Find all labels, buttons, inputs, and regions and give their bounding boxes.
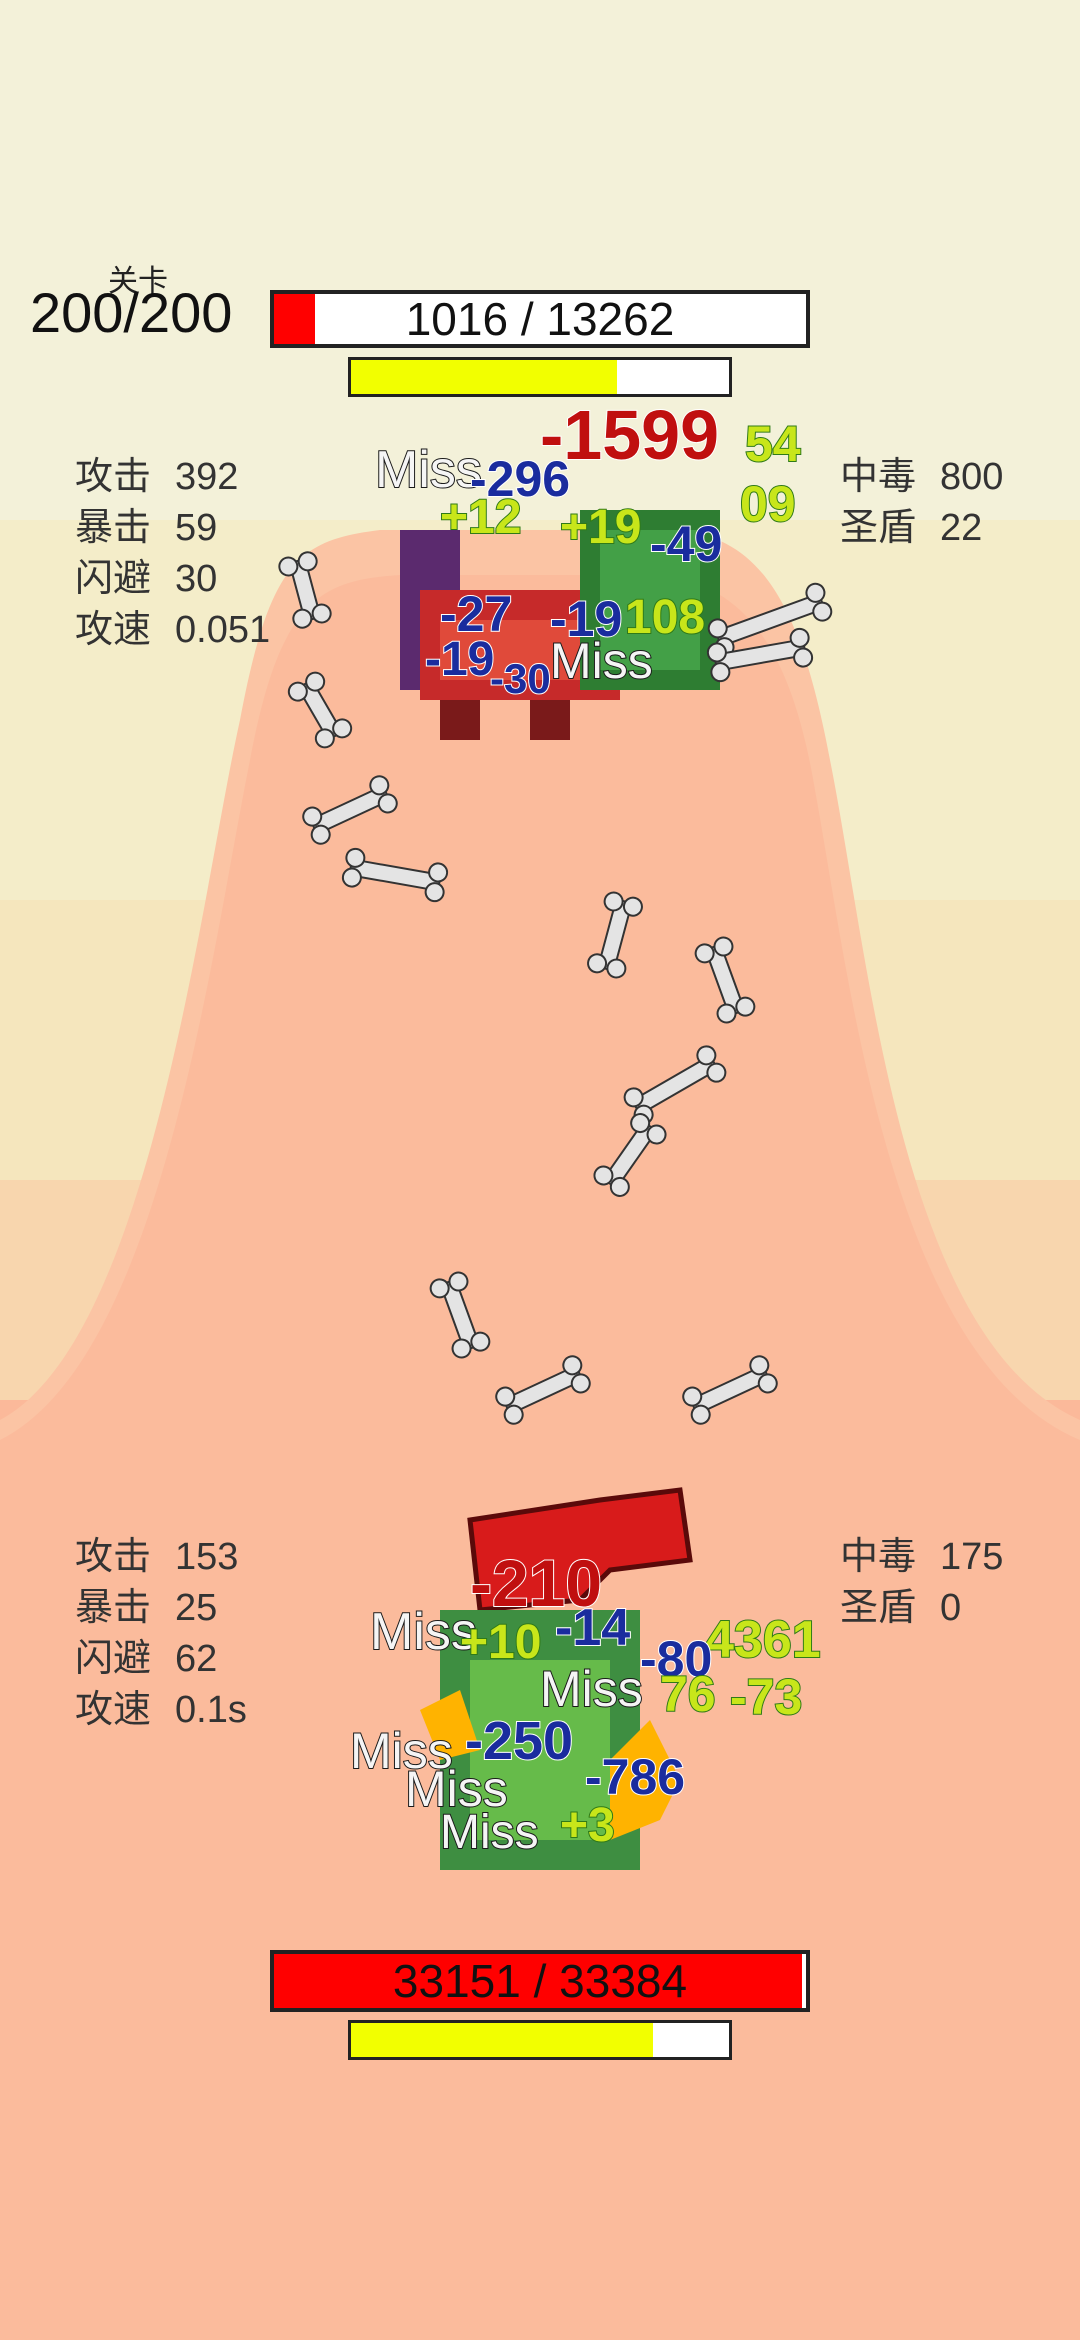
player-energy-fill [351,2023,654,2057]
bone-projectile [495,1355,591,1425]
stat-value: 0.1s [175,1689,247,1731]
stat-key: 攻击 [75,456,152,498]
stat-value: 30 [175,558,218,600]
enemy-hp-bar: 1016 / 13262 [270,290,810,348]
effect-value: 800 [940,456,1004,498]
enemy-stat-attack: 攻击 392 [75,452,270,503]
effect-value: 0 [940,1587,962,1629]
heal-number: +3 [559,1798,616,1853]
enemy-stat-crit: 暴击 59 [75,503,270,554]
damage-number: -49 [649,515,723,573]
stat-key: 闪避 [75,1638,152,1680]
bone-projectile [341,847,449,903]
player-hp-text: 33151 / 33384 [392,1955,688,2007]
player-energy-bar [348,2020,732,2060]
enemy-stats-panel: 攻击 392 暴击 59 闪避 30 攻速 0.051 [75,452,270,656]
player-effect-holy-shield: 圣盾 0 [840,1583,1003,1634]
enemy-hp-text: 1016 / 13262 [405,293,675,345]
stat-key: 攻速 [75,1689,152,1731]
miss-indicator: Miss [549,632,654,690]
stat-key: 闪避 [75,558,152,600]
heal-number: +10 [459,1615,542,1670]
enemy-effect-poison: 中毒 800 [840,452,1003,503]
effect-key: 中毒 [840,1536,917,1578]
heal-number: 76 [659,1665,717,1723]
effect-key: 圣盾 [840,507,917,549]
stat-key: 暴击 [75,1587,152,1629]
stage-counter: 200/200 [30,281,233,344]
enemy-energy-fill [351,360,618,394]
player-effects-panel: 中毒 175 圣盾 0 [840,1532,1003,1634]
stat-value: 0.051 [175,609,271,651]
stat-value: 392 [175,456,239,498]
bone-projectile [593,1113,667,1197]
heal-number: 54 [744,415,802,473]
damage-number: -30 [489,654,552,703]
bone-projectile [287,671,353,749]
stat-value: 153 [175,1536,239,1578]
stat-key: 攻速 [75,609,152,651]
player-stat-attack: 攻击 153 [75,1532,247,1583]
stat-value: 62 [175,1638,218,1680]
heal-number: +19 [559,500,642,555]
bone-projectile [278,551,332,629]
player-effect-poison: 中毒 175 [840,1532,1003,1583]
enemy-effect-holy-shield: 圣盾 22 [840,503,1003,554]
player-hp-bar: 33151 / 33384 [270,1950,810,2012]
player-stat-crit: 暴击 25 [75,1583,247,1634]
bone-projectile [587,891,643,979]
effect-value: 175 [940,1536,1004,1578]
enemy-stat-dodge: 闪避 30 [75,554,270,605]
bone-projectile [682,1355,778,1425]
effect-key: 中毒 [840,456,917,498]
enemy-stat-attack-speed: 攻速 0.051 [75,605,270,656]
heal-number: +12 [439,490,522,545]
bone-projectile [302,775,398,845]
damage-number: -19 [424,632,495,687]
bone-projectile [706,627,814,683]
player-stat-attack-speed: 攻速 0.1s [75,1685,247,1736]
player-stats-panel: 攻击 153 暴击 25 闪避 62 攻速 0.1s [75,1532,247,1736]
heal-number: -73 [729,1668,803,1726]
miss-indicator: Miss [439,1805,540,1860]
stat-key: 暴击 [75,507,152,549]
enemy-effects-panel: 中毒 800 圣盾 22 [840,452,1003,554]
damage-number: -14 [554,1598,631,1658]
stat-value: 59 [175,507,218,549]
bone-projectile [694,936,756,1024]
stat-value: 25 [175,1587,218,1629]
player-stat-dodge: 闪避 62 [75,1634,247,1685]
heal-number: 4361 [704,1610,822,1670]
stat-key: 攻击 [75,1536,152,1578]
heal-number: 09 [739,475,797,533]
enemy-energy-bar [348,357,732,397]
effect-value: 22 [940,507,983,549]
effect-key: 圣盾 [840,1587,917,1629]
